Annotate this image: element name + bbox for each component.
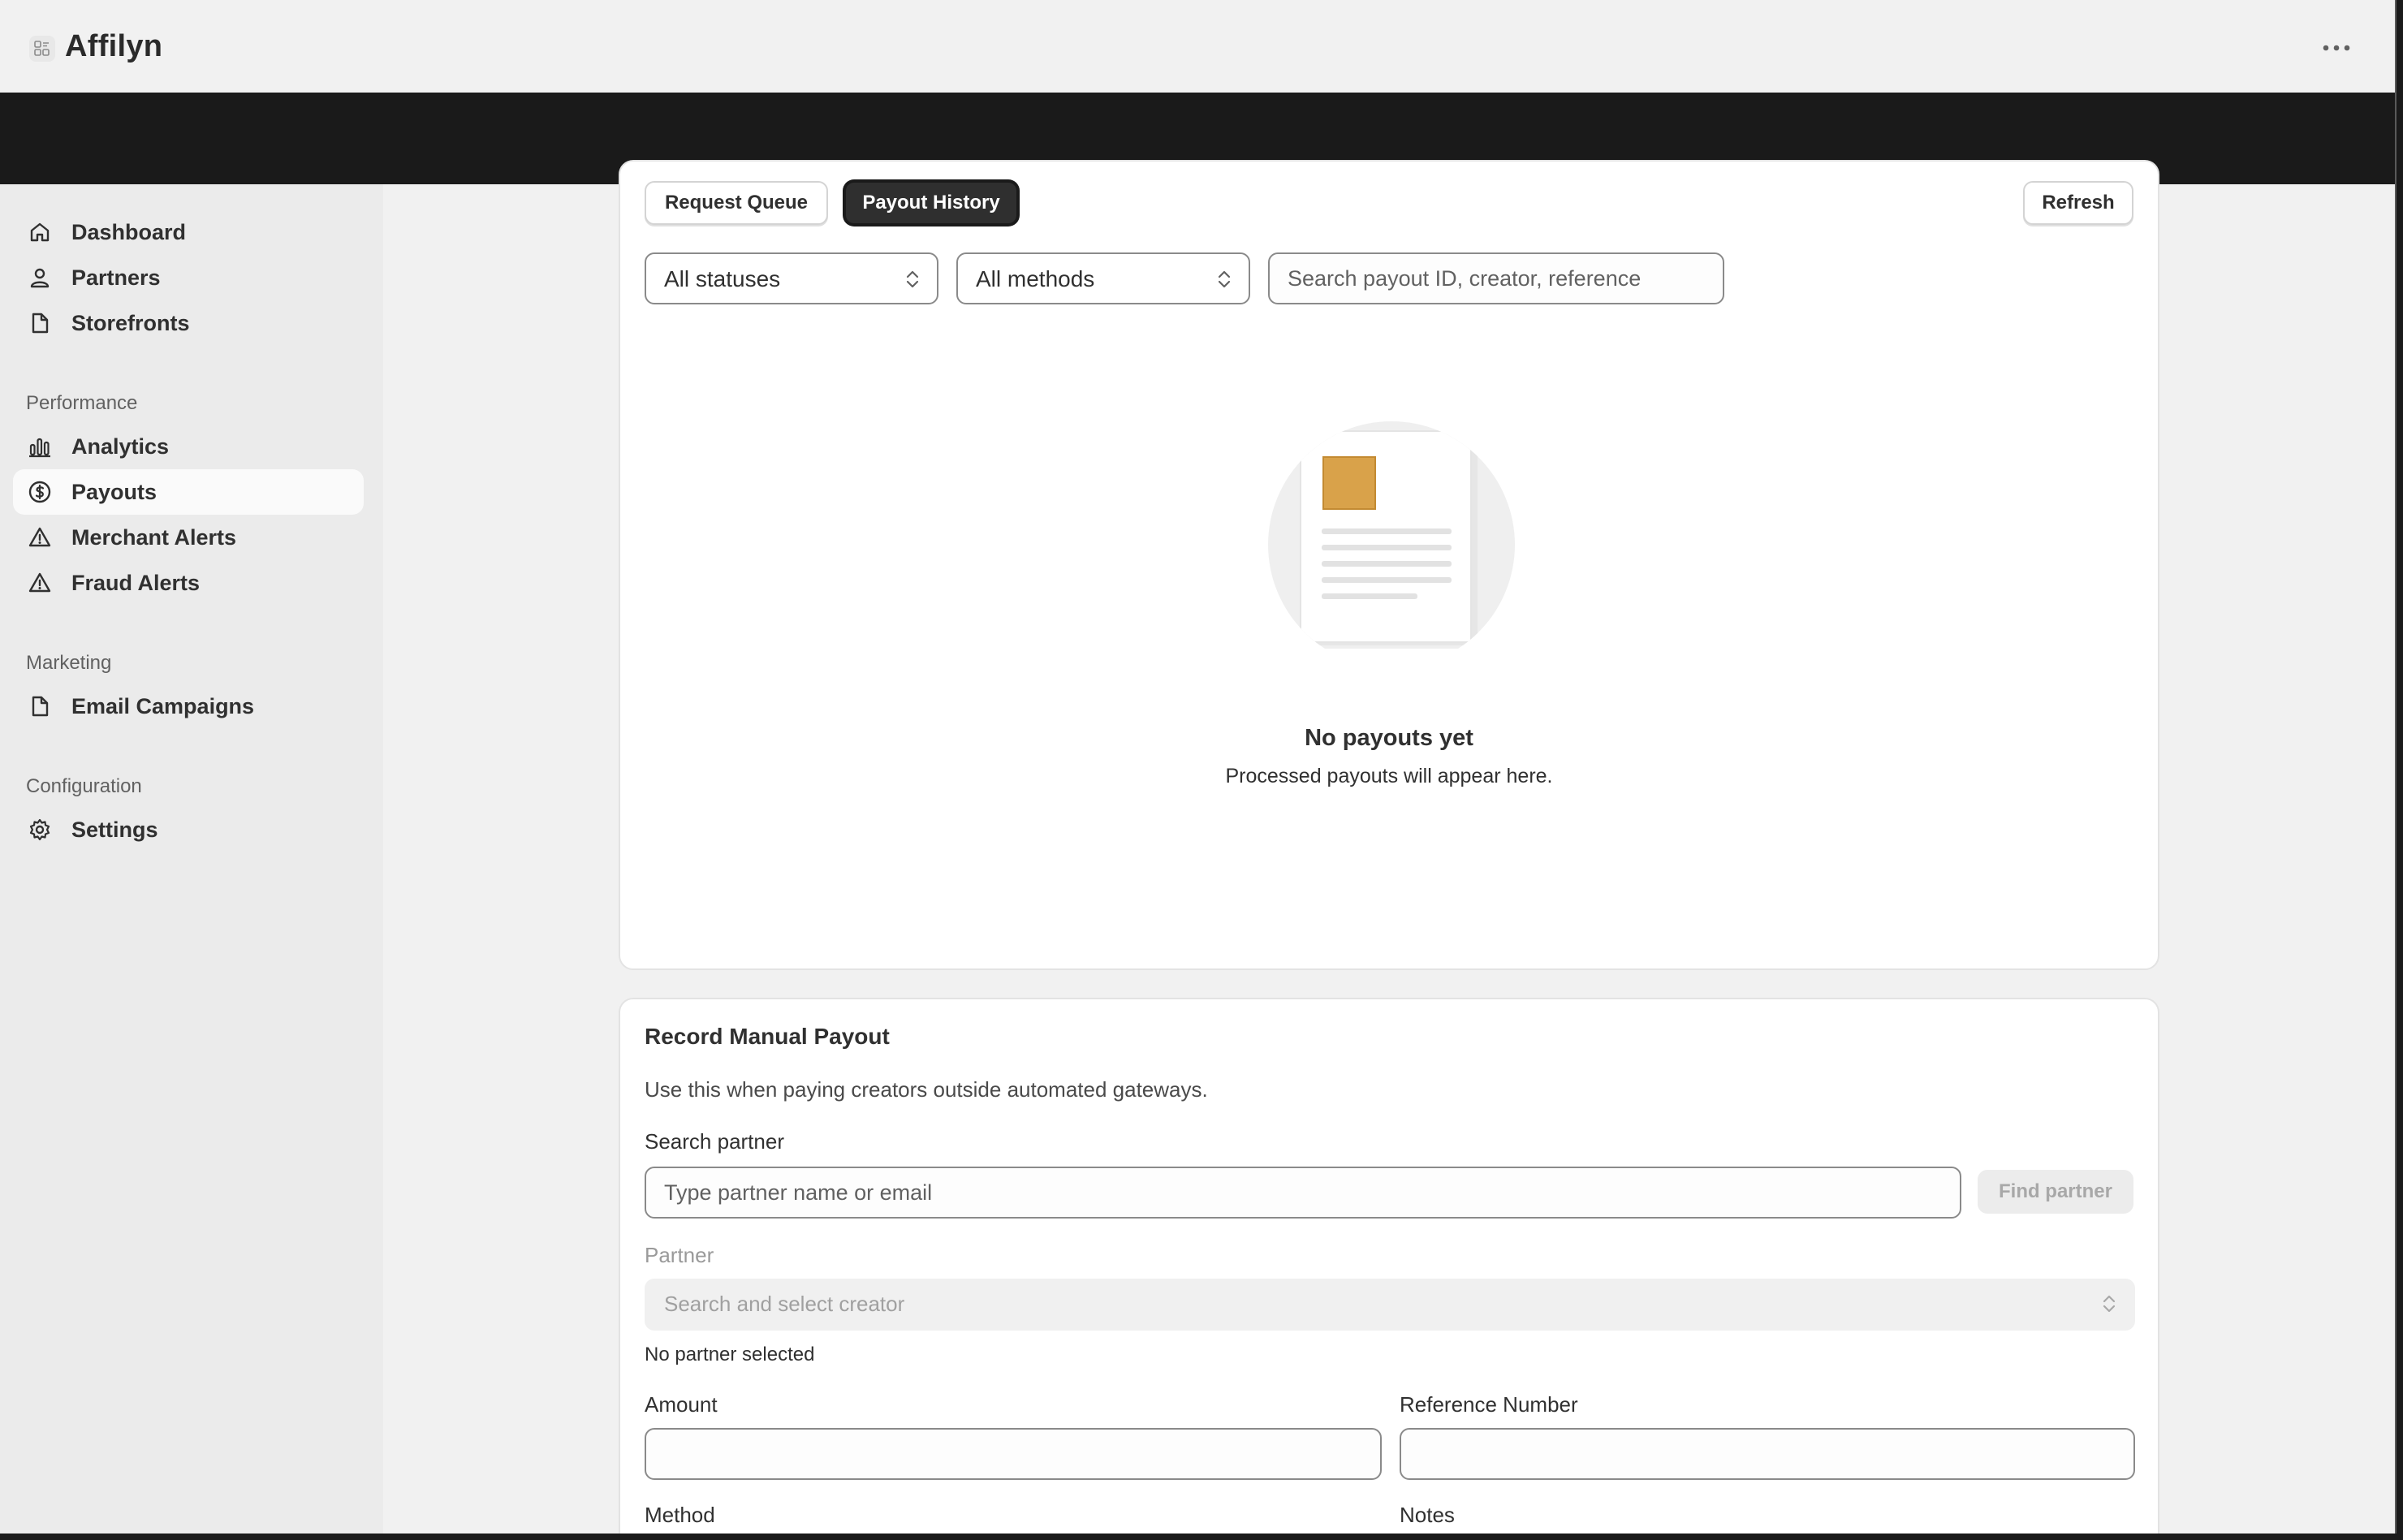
method-label: Method xyxy=(645,1503,715,1527)
sidebar-item-settings[interactable]: Settings xyxy=(13,807,364,852)
partner-search-placeholder: Type partner name or email xyxy=(664,1180,933,1205)
empty-state-illustration xyxy=(1268,421,1515,649)
search-partner-label: Search partner xyxy=(645,1129,784,1154)
notes-label: Notes xyxy=(1400,1503,1455,1527)
section-title-configuration: Configuration xyxy=(26,775,142,797)
sidebar-item-label: Settings xyxy=(71,817,158,842)
app-logo-icon xyxy=(29,36,55,62)
payouts-card: Request Queue Payout History Refresh All… xyxy=(619,160,2159,970)
sidebar-item-label: Email Campaigns xyxy=(71,694,255,718)
amount-input[interactable] xyxy=(645,1428,1382,1480)
alert-triangle-icon xyxy=(28,572,51,593)
partner-helper-text: No partner selected xyxy=(645,1344,815,1365)
home-icon xyxy=(30,222,50,242)
sidebar-item-label: Merchant Alerts xyxy=(71,525,237,550)
method-filter-select[interactable]: All methods xyxy=(956,252,1250,304)
card-description: Use this when paying creators outside au… xyxy=(645,1077,1208,1102)
manual-payout-card: Record Manual Payout Use this when payin… xyxy=(619,998,2159,1534)
select-chevron-icon xyxy=(906,270,919,288)
status-filter-value: All statuses xyxy=(664,266,781,291)
sidebar-item-label: Dashboard xyxy=(71,220,187,244)
sidebar-item-fraud-alerts[interactable]: Fraud Alerts xyxy=(13,560,364,606)
document-icon xyxy=(32,313,49,334)
select-chevron-icon xyxy=(1218,270,1231,288)
amount-label: Amount xyxy=(645,1392,718,1417)
reference-number-label: Reference Number xyxy=(1400,1392,1578,1417)
dollar-circle-icon xyxy=(28,481,51,503)
section-title-performance: Performance xyxy=(26,392,138,414)
status-filter-select[interactable]: All statuses xyxy=(645,252,938,304)
method-filter-value: All methods xyxy=(976,266,1095,291)
gear-icon xyxy=(29,818,50,841)
more-options-button[interactable] xyxy=(2314,31,2359,65)
bar-chart-icon xyxy=(29,438,50,458)
sidebar-item-label: Analytics xyxy=(71,434,170,459)
payout-search-input[interactable]: Search payout ID, creator, reference xyxy=(1268,252,1724,304)
find-partner-button[interactable]: Find partner xyxy=(1978,1170,2133,1214)
sidebar-item-partners[interactable]: Partners xyxy=(13,255,364,300)
sidebar-item-label: Storefronts xyxy=(71,311,190,335)
tab-payout-history[interactable]: Payout History xyxy=(844,181,1018,225)
refresh-button[interactable]: Refresh xyxy=(2023,181,2133,225)
app-name: Affilyn xyxy=(65,29,163,63)
empty-state-title: No payouts yet xyxy=(1305,725,1473,751)
main-content: Request Queue Payout History Refresh All… xyxy=(383,160,2395,1534)
person-icon xyxy=(30,268,50,288)
app-window: Affilyn Dashboard Partners Storefronts P… xyxy=(0,0,2397,1534)
sidebar-item-dashboard[interactable]: Dashboard xyxy=(13,209,364,255)
sidebar-item-analytics[interactable]: Analytics xyxy=(13,424,364,469)
sidebar-item-storefronts[interactable]: Storefronts xyxy=(13,300,364,346)
section-title-marketing: Marketing xyxy=(26,652,112,674)
sidebar: Dashboard Partners Storefronts Performan… xyxy=(0,184,383,1534)
sidebar-item-merchant-alerts[interactable]: Merchant Alerts xyxy=(13,515,364,560)
document-icon xyxy=(32,696,49,717)
alert-triangle-icon xyxy=(28,527,51,547)
sidebar-item-label: Fraud Alerts xyxy=(71,571,201,595)
partner-label: Partner xyxy=(645,1243,714,1267)
sidebar-item-label: Partners xyxy=(71,265,161,290)
partner-select[interactable]: Search and select creator xyxy=(645,1279,2135,1331)
card-title: Record Manual Payout xyxy=(645,1024,890,1049)
sidebar-item-payouts[interactable]: Payouts xyxy=(13,469,364,515)
select-chevron-icon xyxy=(2103,1295,2116,1313)
reference-number-input[interactable] xyxy=(1400,1428,2135,1480)
tab-request-queue[interactable]: Request Queue xyxy=(645,181,828,225)
payout-search-placeholder: Search payout ID, creator, reference xyxy=(1288,266,1642,291)
title-bar: Affilyn xyxy=(0,0,2395,93)
sidebar-item-label: Payouts xyxy=(71,480,157,504)
partner-search-input[interactable]: Type partner name or email xyxy=(645,1167,1961,1219)
empty-state-subtitle: Processed payouts will appear here. xyxy=(1225,765,1553,787)
ellipsis-icon xyxy=(2323,45,2350,51)
partner-select-placeholder: Search and select creator xyxy=(664,1292,905,1316)
sidebar-item-email-campaigns[interactable]: Email Campaigns xyxy=(13,684,364,729)
